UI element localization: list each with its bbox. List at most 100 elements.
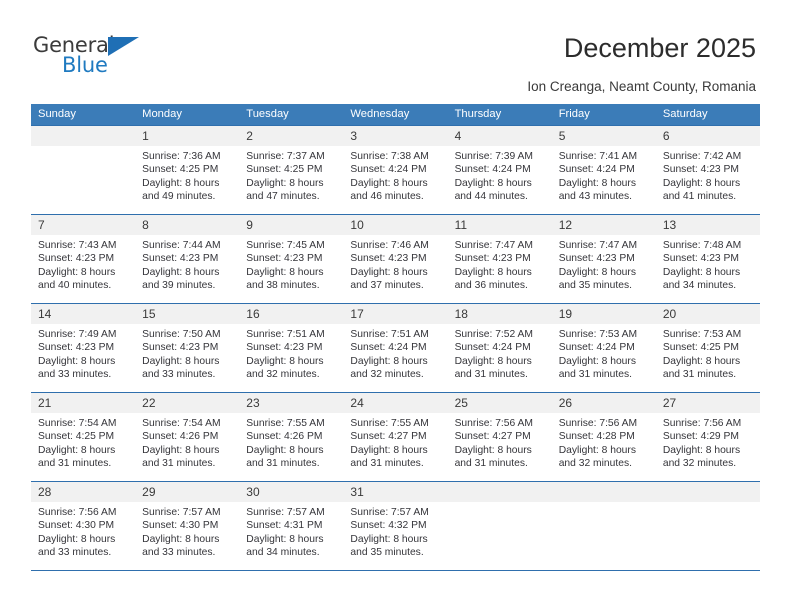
- day-number: 25: [447, 393, 552, 413]
- calendar-day-cell[interactable]: 24 Sunrise: 7:55 AM Sunset: 4:27 PM Dayligh…: [343, 392, 448, 482]
- daylight-text-line1: Daylight: 8 hours: [246, 266, 324, 278]
- sunset-text: Sunset: 4:28 PM: [558, 431, 635, 443]
- day-details: Sunrise: 7:54 AM Sunset: 4:25 PM Daylight:…: [31, 413, 135, 471]
- sunrise-text: Sunrise: 7:54 AM: [38, 418, 117, 429]
- day-details: Sunrise: 7:41 AM Sunset: 4:24 PM Daylight:…: [552, 146, 656, 204]
- day-number: 9: [239, 215, 344, 235]
- calendar-day-cell[interactable]: 13 Sunrise: 7:48 AM Sunset: 4:23 PM Dayligh…: [655, 214, 760, 304]
- daylight-text-line1: Daylight: 8 hours: [350, 533, 428, 545]
- day-number: 26: [551, 393, 656, 413]
- sunset-text: Sunset: 4:23 PM: [558, 253, 635, 265]
- daylight-text-line2: and 32 minutes.: [350, 369, 424, 381]
- daylight-text-line1: Daylight: 8 hours: [142, 177, 220, 189]
- daylight-text-line1: Daylight: 8 hours: [454, 444, 532, 456]
- sunset-text: Sunset: 4:24 PM: [454, 342, 531, 354]
- calendar-day-cell[interactable]: 16 Sunrise: 7:51 AM Sunset: 4:23 PM Dayligh…: [239, 303, 344, 393]
- calendar-day-cell[interactable]: 5 Sunrise: 7:41 AM Sunset: 4:24 PM Daylight…: [551, 125, 656, 215]
- calendar-day-cell[interactable]: 4 Sunrise: 7:39 AM Sunset: 4:24 PM Daylight…: [447, 125, 552, 215]
- calendar-week-row: 1 Sunrise: 7:36 AM Sunset: 4:25 PM Daylight…: [31, 125, 760, 215]
- calendar-week-row: 14 Sunrise: 7:49 AM Sunset: 4:23 PM Dayligh…: [31, 303, 760, 393]
- sunrise-text: Sunrise: 7:55 AM: [350, 418, 429, 429]
- daylight-text-line2: and 31 minutes.: [142, 458, 216, 470]
- calendar-day-cell[interactable]: 1 Sunrise: 7:36 AM Sunset: 4:25 PM Daylight…: [135, 125, 240, 215]
- calendar-day-cell[interactable]: 22 Sunrise: 7:54 AM Sunset: 4:26 PM Dayligh…: [135, 392, 240, 482]
- calendar-day-cell[interactable]: 30 Sunrise: 7:57 AM Sunset: 4:31 PM Dayligh…: [239, 481, 344, 571]
- daylight-text-line1: Daylight: 8 hours: [38, 444, 116, 456]
- calendar-day-cell[interactable]: 25 Sunrise: 7:56 AM Sunset: 4:27 PM Dayligh…: [447, 392, 552, 482]
- day-details: Sunrise: 7:38 AM Sunset: 4:24 PM Daylight:…: [343, 146, 447, 204]
- daylight-text-line2: and 32 minutes.: [558, 458, 632, 470]
- sunset-text: Sunset: 4:25 PM: [246, 164, 323, 176]
- sunrise-text: Sunrise: 7:51 AM: [350, 329, 429, 340]
- calendar-day-cell[interactable]: 20 Sunrise: 7:53 AM Sunset: 4:25 PM Dayligh…: [655, 303, 760, 393]
- general-blue-logo[interactable]: General Blue: [33, 33, 153, 81]
- sunrise-text: Sunrise: 7:56 AM: [454, 418, 533, 429]
- sunset-text: Sunset: 4:23 PM: [142, 253, 219, 265]
- daylight-text-line1: Daylight: 8 hours: [662, 266, 741, 278]
- day-number: [447, 482, 552, 502]
- sunset-text: Sunset: 4:25 PM: [142, 164, 219, 176]
- day-number: 5: [551, 126, 656, 146]
- sunset-text: Sunset: 4:24 PM: [350, 342, 427, 354]
- sunset-text: Sunset: 4:26 PM: [142, 431, 219, 443]
- sunrise-text: Sunrise: 7:44 AM: [142, 240, 221, 251]
- daylight-text-line1: Daylight: 8 hours: [662, 355, 741, 367]
- sunrise-text: Sunrise: 7:52 AM: [454, 329, 533, 340]
- calendar-day-cell[interactable]: 21 Sunrise: 7:54 AM Sunset: 4:25 PM Dayligh…: [31, 392, 136, 482]
- calendar-day-cell[interactable]: 29 Sunrise: 7:57 AM Sunset: 4:30 PM Dayligh…: [135, 481, 240, 571]
- calendar-day-cell[interactable]: 6 Sunrise: 7:42 AM Sunset: 4:23 PM Daylight…: [655, 125, 760, 215]
- daylight-text-line2: and 43 minutes.: [558, 191, 632, 203]
- calendar-day-cell[interactable]: 2 Sunrise: 7:37 AM Sunset: 4:25 PM Daylight…: [239, 125, 344, 215]
- sunset-text: Sunset: 4:23 PM: [662, 164, 739, 176]
- calendar-day-cell[interactable]: 15 Sunrise: 7:50 AM Sunset: 4:23 PM Dayligh…: [135, 303, 240, 393]
- page-subtitle: Ion Creanga, Neamt County, Romania: [527, 79, 756, 94]
- calendar-day-cell[interactable]: 28 Sunrise: 7:56 AM Sunset: 4:30 PM Dayligh…: [31, 481, 136, 571]
- day-number: 2: [239, 126, 344, 146]
- calendar-week-row: 21 Sunrise: 7:54 AM Sunset: 4:25 PM Dayligh…: [31, 392, 760, 482]
- calendar-day-cell[interactable]: 27 Sunrise: 7:56 AM Sunset: 4:29 PM Dayligh…: [655, 392, 760, 482]
- calendar-day-cell[interactable]: 9 Sunrise: 7:45 AM Sunset: 4:23 PM Daylight…: [239, 214, 344, 304]
- sunrise-text: Sunrise: 7:53 AM: [558, 329, 638, 340]
- calendar-day-cell[interactable]: 14 Sunrise: 7:49 AM Sunset: 4:23 PM Dayligh…: [31, 303, 136, 393]
- calendar-day-cell[interactable]: 3 Sunrise: 7:38 AM Sunset: 4:24 PM Daylight…: [343, 125, 448, 215]
- daylight-text-line1: Daylight: 8 hours: [558, 266, 636, 278]
- calendar-day-cell[interactable]: 31 Sunrise: 7:57 AM Sunset: 4:32 PM Dayligh…: [343, 481, 448, 571]
- calendar-day-cell[interactable]: 11 Sunrise: 7:47 AM Sunset: 4:23 PM Dayligh…: [447, 214, 552, 304]
- weekday-header-wednesday: Wednesday: [343, 104, 448, 126]
- sunset-text: Sunset: 4:27 PM: [350, 431, 427, 443]
- calendar-table: Sunday Monday Tuesday Wednesday Thursday Frid…: [31, 104, 760, 571]
- calendar-day-cell[interactable]: 18 Sunrise: 7:52 AM Sunset: 4:24 PM Dayligh…: [447, 303, 552, 393]
- sunrise-text: Sunrise: 7:36 AM: [142, 151, 221, 162]
- weekday-header-friday: Friday: [551, 104, 656, 126]
- daylight-text-line2: and 44 minutes.: [454, 191, 528, 203]
- sunset-text: Sunset: 4:24 PM: [558, 342, 635, 354]
- calendar-day-cell[interactable]: 19 Sunrise: 7:53 AM Sunset: 4:24 PM Dayligh…: [551, 303, 656, 393]
- daylight-text-line2: and 49 minutes.: [142, 191, 216, 203]
- calendar-day-cell[interactable]: 8 Sunrise: 7:44 AM Sunset: 4:23 PM Daylight…: [135, 214, 240, 304]
- sunrise-text: Sunrise: 7:48 AM: [662, 240, 742, 251]
- sunrise-text: Sunrise: 7:55 AM: [246, 418, 325, 429]
- sunset-text: Sunset: 4:27 PM: [454, 431, 531, 443]
- daylight-text-line1: Daylight: 8 hours: [558, 177, 636, 189]
- sunset-text: Sunset: 4:24 PM: [558, 164, 635, 176]
- sunset-text: Sunset: 4:30 PM: [38, 520, 115, 532]
- day-details: Sunrise: 7:56 AM Sunset: 4:30 PM Daylight:…: [31, 502, 135, 560]
- calendar-day-cell[interactable]: 10 Sunrise: 7:46 AM Sunset: 4:23 PM Dayligh…: [343, 214, 448, 304]
- day-number: 23: [239, 393, 344, 413]
- calendar-day-cell[interactable]: 23 Sunrise: 7:55 AM Sunset: 4:26 PM Dayligh…: [239, 392, 344, 482]
- calendar-day-cell[interactable]: 12 Sunrise: 7:47 AM Sunset: 4:23 PM Dayligh…: [551, 214, 656, 304]
- calendar-day-cell[interactable]: 26 Sunrise: 7:56 AM Sunset: 4:28 PM Dayligh…: [551, 392, 656, 482]
- page-header: General Blue December 2025 Ion Creanga, …: [0, 0, 792, 100]
- sunset-text: Sunset: 4:23 PM: [350, 253, 427, 265]
- daylight-text-line1: Daylight: 8 hours: [246, 355, 324, 367]
- day-number: 13: [655, 215, 760, 235]
- calendar-body: 1 Sunrise: 7:36 AM Sunset: 4:25 PM Daylight…: [31, 125, 760, 571]
- day-number: 10: [343, 215, 448, 235]
- daylight-text-line1: Daylight: 8 hours: [142, 266, 220, 278]
- calendar-day-cell[interactable]: 17 Sunrise: 7:51 AM Sunset: 4:24 PM Dayligh…: [343, 303, 448, 393]
- calendar-day-cell[interactable]: 7 Sunrise: 7:43 AM Sunset: 4:23 PM Daylight…: [31, 214, 136, 304]
- sunset-text: Sunset: 4:31 PM: [246, 520, 323, 532]
- sunrise-text: Sunrise: 7:51 AM: [246, 329, 325, 340]
- day-number: 31: [343, 482, 448, 502]
- day-number: 6: [655, 126, 760, 146]
